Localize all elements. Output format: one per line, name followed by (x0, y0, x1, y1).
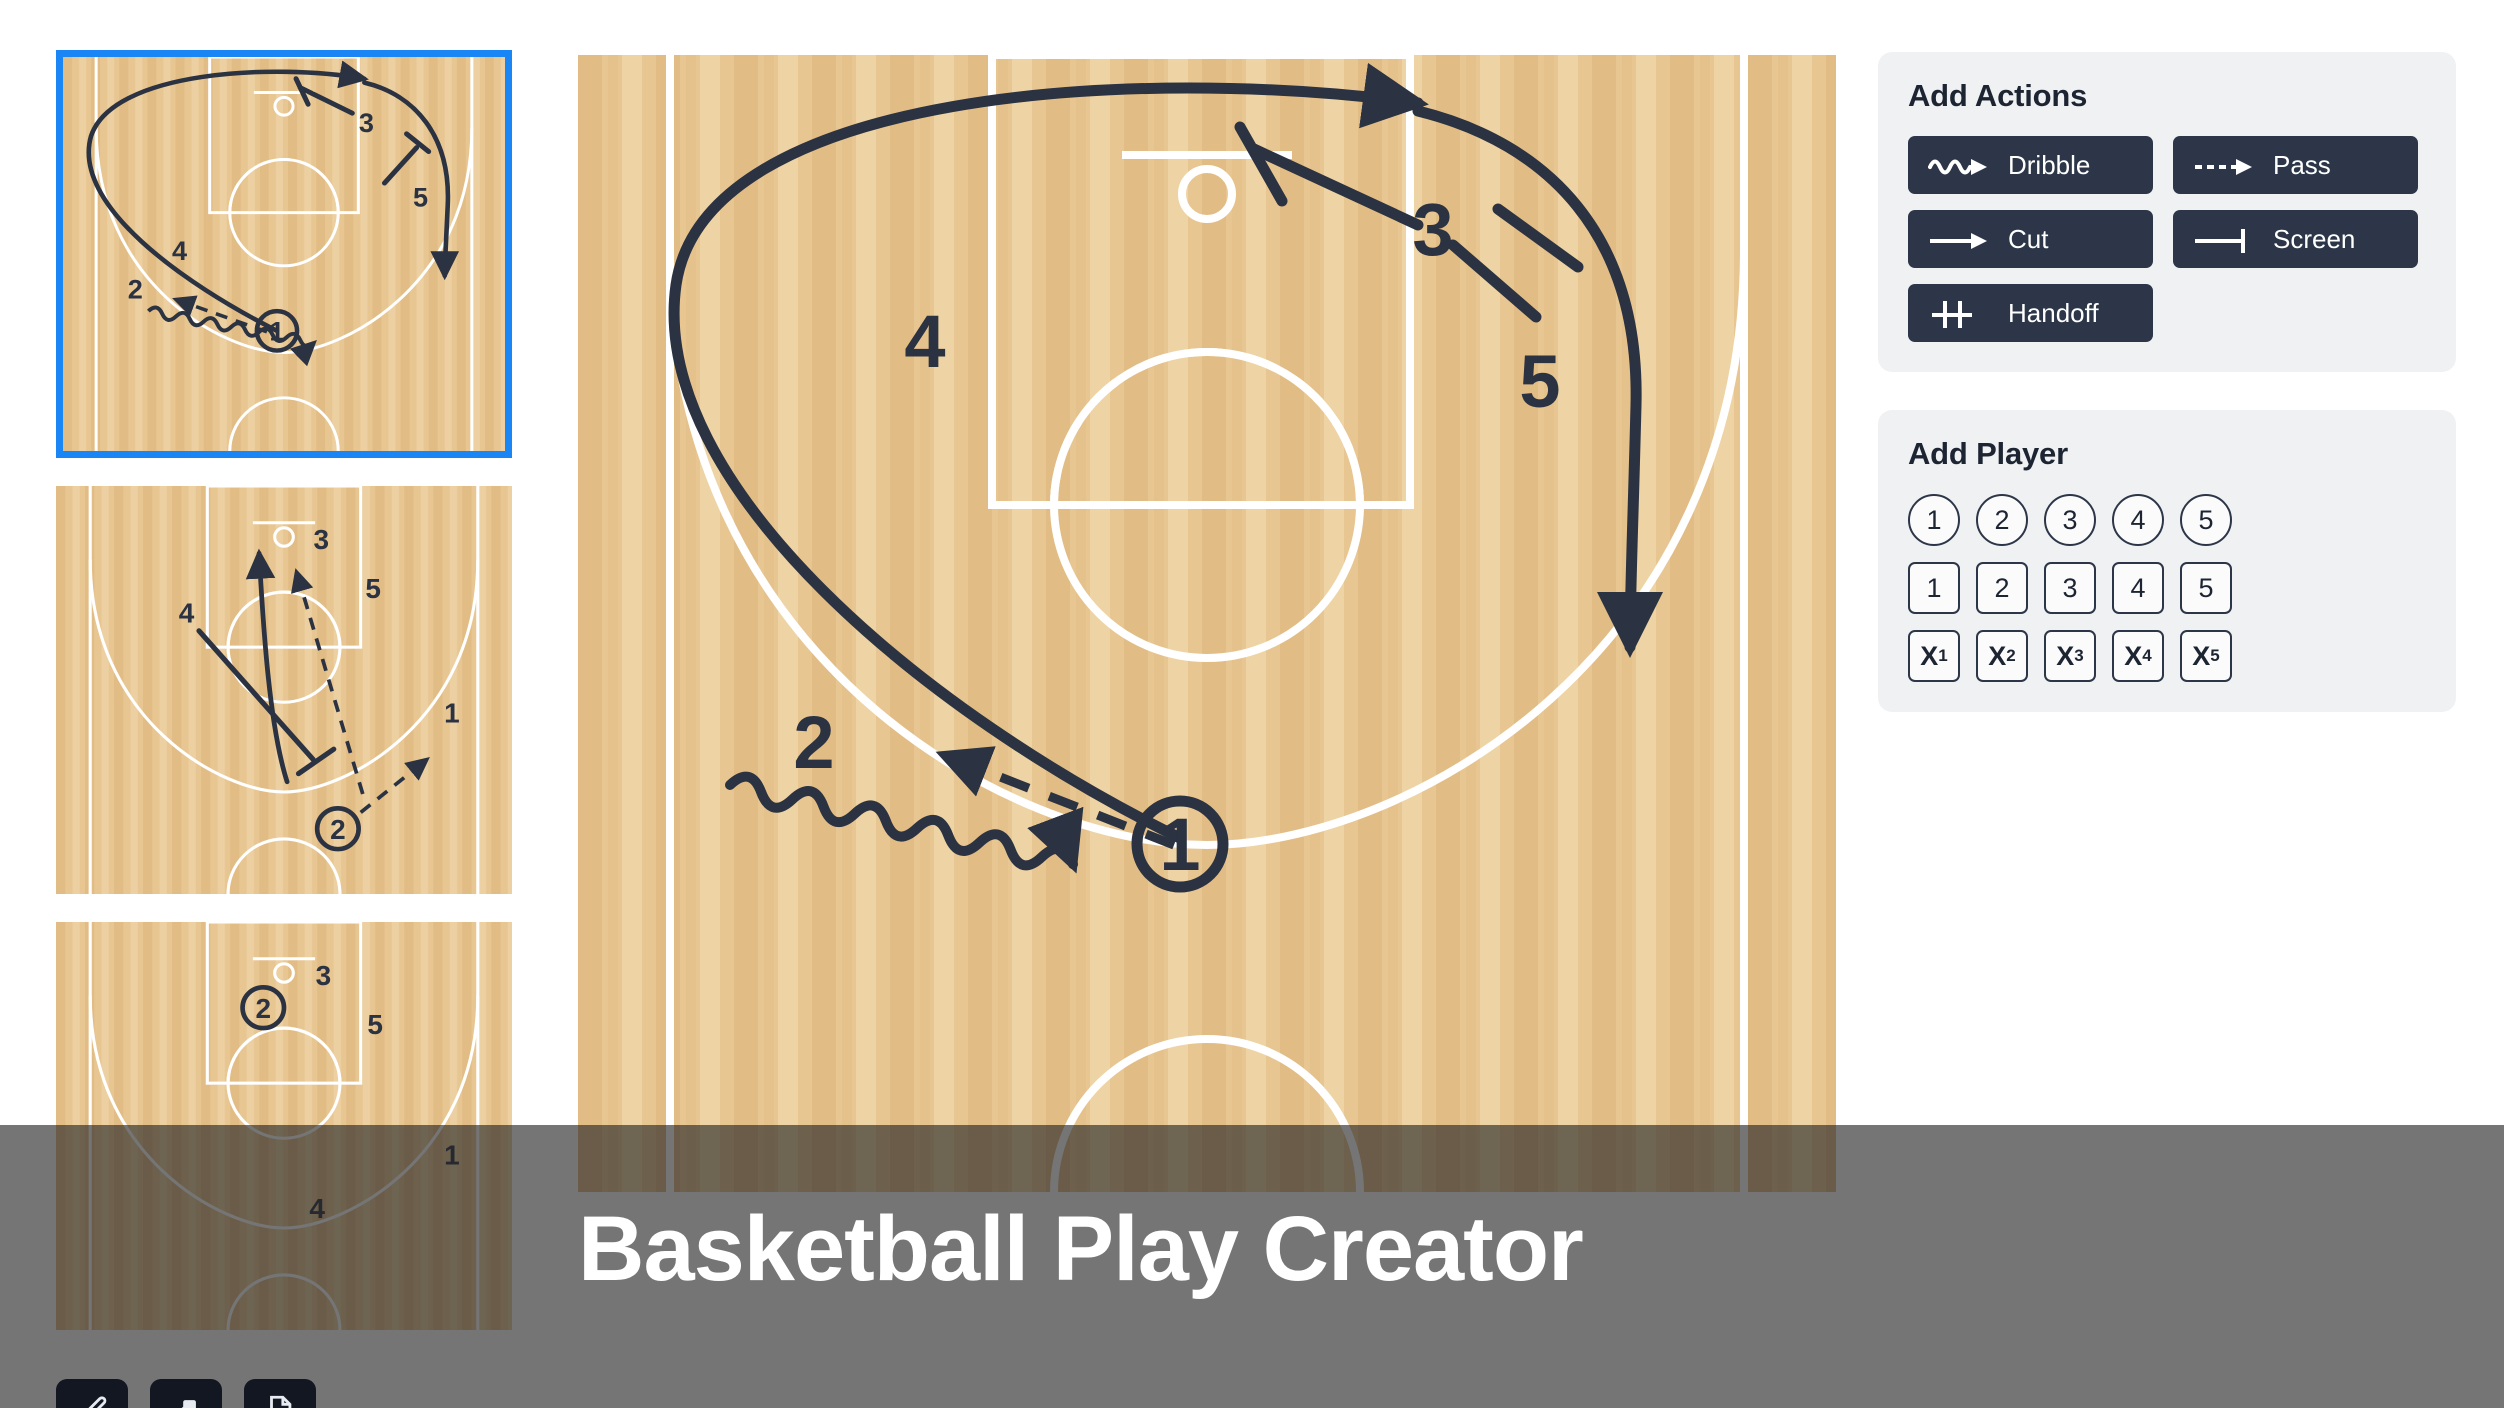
main-player-label-5: 5 (1519, 340, 1560, 423)
svg-text:4: 4 (172, 236, 187, 266)
action-button-dribble[interactable]: Dribble (1908, 136, 2153, 194)
svg-text:3: 3 (314, 524, 330, 555)
defender-x3[interactable]: X3 (2044, 630, 2096, 682)
action-label-cut: Cut (2008, 223, 2049, 254)
player-square-3[interactable]: 3 (2044, 562, 2096, 614)
solid-arrow-icon (1930, 233, 1987, 249)
defender-x4[interactable]: X4 (2112, 630, 2164, 682)
app-root: 4 3 5 2 1 4 3 5 1 2 3 5 2 4 3 5 2 1 Add … (0, 0, 2504, 1408)
toolbar-eraser-button[interactable] (150, 1379, 222, 1408)
action-button-grid: Dribble Pass Cut Screen Handoff (1908, 136, 2426, 342)
frame-thumbnail-1[interactable]: 4 3 5 2 1 (56, 50, 512, 458)
add-player-title: Add Player (1908, 436, 2068, 471)
player-circle-3[interactable]: 3 (2044, 494, 2096, 546)
svg-text:5: 5 (413, 183, 428, 213)
player-circle-2[interactable]: 2 (1976, 494, 2028, 546)
main-player-label-2: 2 (793, 701, 834, 784)
svg-text:2: 2 (255, 993, 271, 1024)
frame-thumbnail-2[interactable]: 4 3 5 1 2 (56, 486, 512, 894)
defender-x-number: 1 (1938, 646, 1948, 665)
player-square-1[interactable]: 1 (1908, 562, 1960, 614)
action-button-cut[interactable]: Cut (1908, 210, 2153, 268)
player-circle-1[interactable]: 1 (1908, 494, 1960, 546)
action-button-screen[interactable]: Screen (2173, 210, 2418, 268)
svg-text:3: 3 (316, 960, 332, 991)
defender-x-letter: X (2056, 640, 2075, 671)
action-label-handoff: Handoff (2008, 297, 2099, 328)
defender-x2[interactable]: X2 (1976, 630, 2028, 682)
bottom-toolbar (56, 1379, 316, 1408)
defender-x-number: 4 (2142, 646, 2152, 665)
player-square-2[interactable]: 2 (1976, 562, 2028, 614)
svg-text:5: 5 (367, 1009, 383, 1040)
page-title: Basketball Play Creator (578, 1198, 1584, 1300)
pen-icon (88, 1396, 107, 1408)
player-square-4[interactable]: 4 (2112, 562, 2164, 614)
offense-square-row: 1 2 3 4 5 (1908, 562, 2426, 614)
add-player-panel: Add Player 1 2 3 4 5 1 2 3 4 5 X1 X2 X3 … (1878, 410, 2456, 712)
file-icon (270, 1395, 292, 1408)
defender-x-letter: X (1988, 640, 2007, 671)
toolbar-file-button[interactable] (244, 1379, 316, 1408)
svg-text:5: 5 (365, 573, 381, 604)
dashed-arrow-icon (2195, 159, 2252, 175)
action-label-pass: Pass (2273, 149, 2331, 180)
svg-text:1: 1 (269, 317, 284, 347)
handoff-double-bar-icon (1932, 301, 1972, 328)
svg-text:3: 3 (359, 108, 374, 138)
action-button-pass[interactable]: Pass (2173, 136, 2418, 194)
court-diagram-frame-1: 4 3 5 2 1 (63, 57, 505, 451)
action-button-handoff[interactable]: Handoff (1908, 284, 2153, 342)
defender-x-letter: X (2124, 640, 2143, 671)
defender-x1[interactable]: X1 (1908, 630, 1960, 682)
add-actions-title: Add Actions (1908, 78, 2088, 113)
tools-sidebar: Add Actions Dribble Pass Cut Screen Hand… (1878, 52, 2456, 750)
screen-tbar-icon (2195, 229, 2245, 253)
defender-x5[interactable]: X5 (2180, 630, 2232, 682)
court-diagram-frame-2: 4 3 5 1 2 (56, 486, 512, 894)
defender-x-number: 2 (2006, 646, 2016, 665)
main-player-label-3: 3 (1412, 188, 1453, 271)
player-circle-4[interactable]: 4 (2112, 494, 2164, 546)
defender-x-number: 5 (2210, 646, 2220, 665)
defender-x-letter: X (1920, 640, 1939, 671)
action-label-screen: Screen (2273, 223, 2356, 254)
eraser-icon (181, 1400, 196, 1408)
action-label-dribble: Dribble (2008, 149, 2091, 180)
svg-text:1: 1 (1159, 803, 1200, 886)
svg-text:2: 2 (128, 275, 143, 305)
defender-row: X1 X2 X3 X4 X5 (1908, 630, 2426, 682)
court-diagram-main: 4 3 5 2 1 (578, 55, 1836, 1192)
defender-x-letter: X (2192, 640, 2211, 671)
player-circle-5[interactable]: 5 (2180, 494, 2232, 546)
svg-text:4: 4 (179, 598, 195, 629)
dribble-wave-arrow-icon (1928, 159, 1987, 175)
svg-text:2: 2 (330, 814, 346, 845)
toolbar-pen-button[interactable] (56, 1379, 128, 1408)
svg-text:1: 1 (444, 698, 460, 729)
add-actions-panel: Add Actions Dribble Pass Cut Screen Hand… (1878, 52, 2456, 372)
main-player-label-4: 4 (904, 300, 945, 383)
defender-x-number: 3 (2074, 646, 2084, 665)
offense-circle-row: 1 2 3 4 5 (1908, 494, 2426, 546)
main-court-canvas[interactable]: 4 3 5 2 1 (578, 55, 1836, 1192)
player-square-5[interactable]: 5 (2180, 562, 2232, 614)
